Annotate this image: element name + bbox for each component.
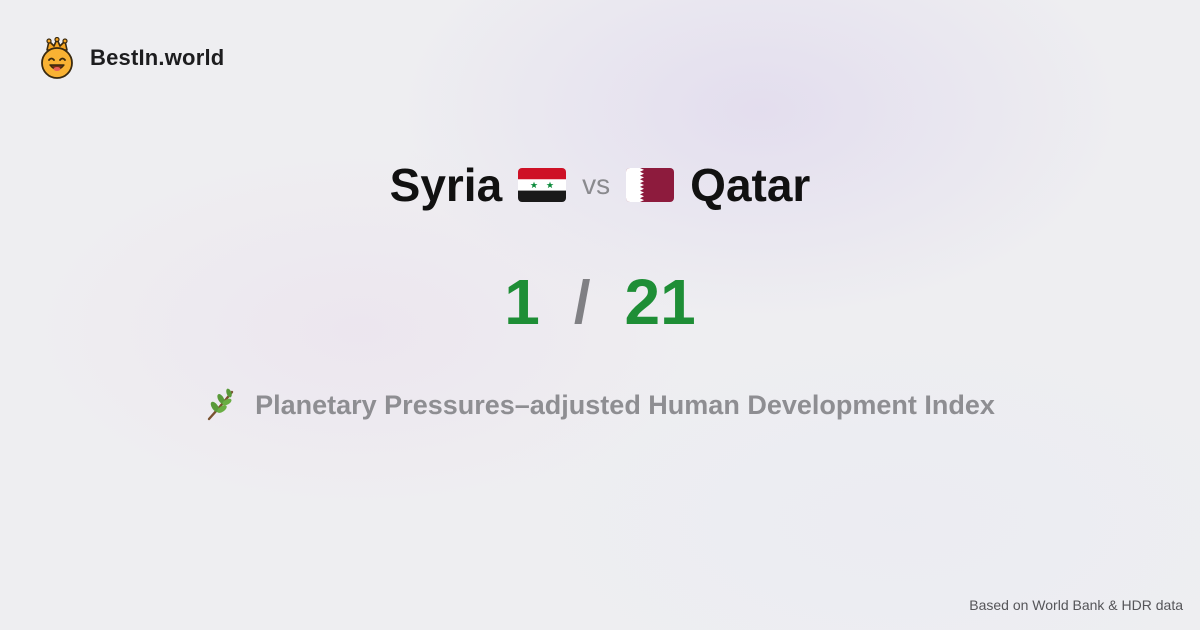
- right-country-name: Qatar: [690, 159, 811, 211]
- right-score: 21: [624, 266, 696, 338]
- left-score: 1: [504, 266, 540, 338]
- crowned-smiley-icon: [41, 37, 73, 79]
- vs-label: vs: [582, 169, 611, 200]
- metric-title: Planetary Pressures–adjusted Human Devel…: [0, 388, 1200, 422]
- plant-branch-icon: [207, 388, 234, 421]
- brand-header[interactable]: BestIn.world: [38, 37, 224, 79]
- comparison-title: Syria vs Qatar: [0, 158, 1200, 212]
- qatar-flag-icon: [626, 168, 675, 202]
- score-display: 1 / 21: [0, 265, 1200, 339]
- score-separator: /: [573, 268, 591, 336]
- brand-name: BestIn.world: [90, 45, 225, 70]
- metric-label: Planetary Pressures–adjusted Human Devel…: [255, 389, 995, 420]
- left-country-name: Syria: [389, 159, 503, 211]
- data-source-note: Based on World Bank & HDR data: [969, 597, 1183, 613]
- syria-flag-icon: [518, 168, 567, 202]
